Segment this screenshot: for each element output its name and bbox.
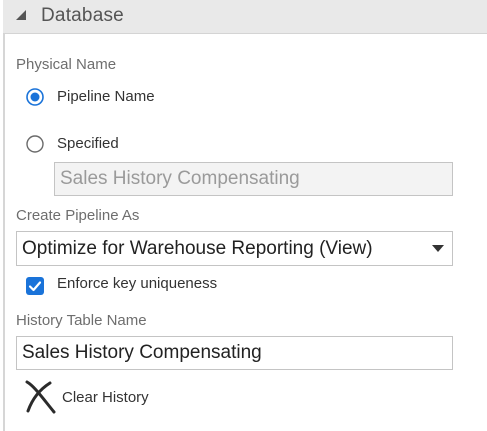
clear-history-button[interactable]: Clear History bbox=[24, 378, 149, 416]
panel-left-border bbox=[3, 0, 5, 431]
radio-pipeline-name[interactable] bbox=[26, 88, 44, 106]
history-table-name-label: History Table Name bbox=[16, 312, 147, 329]
clear-history-label: Clear History bbox=[62, 388, 149, 406]
radio-specified[interactable] bbox=[26, 135, 44, 153]
triangle-down-icon[interactable] bbox=[15, 8, 29, 22]
create-pipeline-as-value: Optimize for Warehouse Reporting (View) bbox=[22, 237, 373, 259]
section-title: Database bbox=[41, 5, 124, 26]
database-panel: Database Physical Name Pipeline Name Spe… bbox=[0, 0, 487, 431]
radio-label-specified[interactable]: Specified bbox=[57, 135, 119, 152]
physical-name-label: Physical Name bbox=[16, 56, 117, 73]
chevron-down-icon[interactable] bbox=[432, 245, 444, 253]
clear-x-icon bbox=[25, 380, 56, 414]
database-section-header[interactable]: Database bbox=[3, 0, 487, 34]
create-pipeline-as-label: Create Pipeline As bbox=[16, 207, 140, 224]
history-table-name-input[interactable]: Sales History Compensating bbox=[16, 336, 453, 370]
create-pipeline-as-select[interactable]: Optimize for Warehouse Reporting (View) bbox=[16, 231, 453, 266]
checkmark-icon bbox=[28, 281, 42, 292]
radio-label-pipeline-name[interactable]: Pipeline Name bbox=[57, 88, 155, 105]
enforce-key-uniqueness-label[interactable]: Enforce key uniqueness bbox=[57, 275, 217, 292]
specified-name-input[interactable]: Sales History Compensating bbox=[54, 162, 453, 196]
enforce-key-uniqueness-checkbox[interactable] bbox=[26, 277, 44, 295]
